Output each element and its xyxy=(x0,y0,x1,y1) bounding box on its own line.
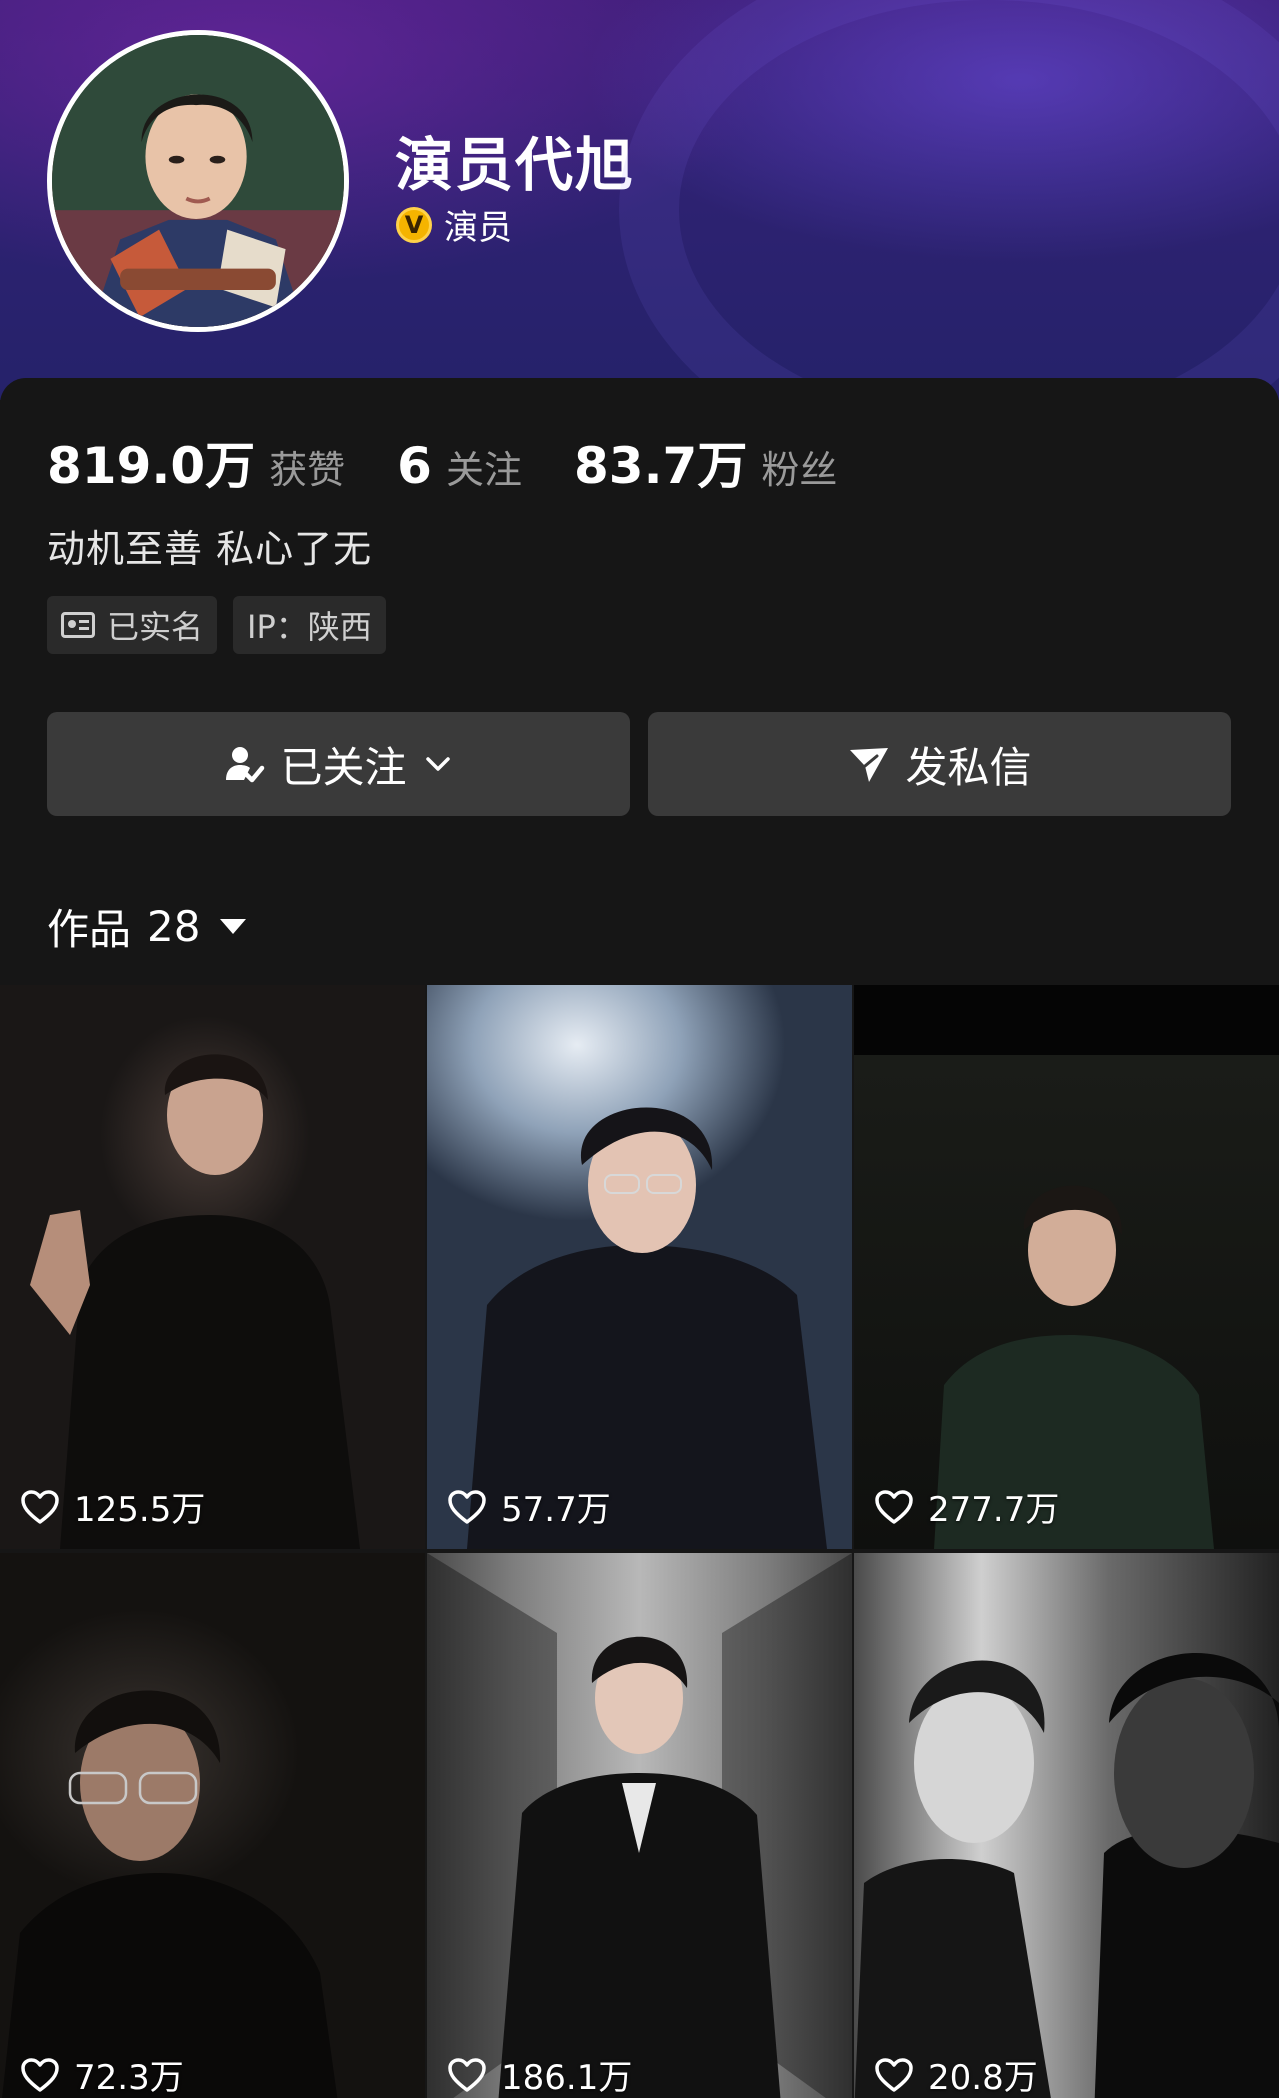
following-count[interactable]: 6 xyxy=(397,437,432,495)
heart-outline-icon xyxy=(21,2057,59,2092)
send-message-button[interactable]: 发私信 xyxy=(648,712,1231,816)
id-card-icon xyxy=(61,612,95,638)
video-thumbnail[interactable]: 20.8万 xyxy=(854,1553,1279,2098)
works-tab[interactable]: 作品 28 xyxy=(47,896,247,957)
profile-bio: 动机至善 私心了无 xyxy=(47,527,373,571)
video-cover-image xyxy=(0,1553,425,2098)
ip-location-label: IP：陕西 xyxy=(247,608,372,646)
video-like-count: 20.8万 xyxy=(874,2050,1038,2098)
profile-stats: 819.0万 获赞 6 关注 83.7万 粉丝 xyxy=(47,426,889,498)
heart-outline-icon xyxy=(875,2057,913,2092)
real-name-label: 已实名 xyxy=(107,608,204,646)
like-count-text: 57.7万 xyxy=(501,1490,611,1530)
heart-outline-icon xyxy=(448,1489,486,1524)
verification-badge: V 演员 xyxy=(396,200,512,249)
followers-label[interactable]: 粉丝 xyxy=(761,439,837,494)
video-thumbnail[interactable]: 125.5万 xyxy=(0,985,425,1549)
like-count-text: 20.8万 xyxy=(928,2058,1038,2098)
profile-banner: 演员代旭 V 演员 xyxy=(0,0,1279,480)
heart-outline-icon xyxy=(875,1489,913,1524)
video-thumbnail[interactable]: 186.1万 xyxy=(427,1553,852,2098)
video-thumbnail[interactable]: 72.3万 xyxy=(0,1553,425,2098)
video-cover-image xyxy=(427,985,852,1549)
followers-count[interactable]: 83.7万 xyxy=(574,426,747,498)
works-count: 28 xyxy=(147,902,201,951)
like-count-text: 72.3万 xyxy=(74,2058,184,2098)
avatar-image xyxy=(52,35,344,327)
like-count-text: 186.1万 xyxy=(501,2058,633,2098)
heart-outline-icon xyxy=(21,1489,59,1524)
heart-outline-icon xyxy=(448,2057,486,2092)
user-check-icon xyxy=(226,747,265,783)
profile-name: 演员代旭 xyxy=(395,131,636,199)
video-cover-image xyxy=(427,1553,852,2098)
profile-page: 演员代旭 V 演员 819.0万 获赞 6 关注 83.7万 粉丝 动机至善 私… xyxy=(0,0,1279,2098)
video-grid: 125.5万 57.7万 277.7万 72.3万 186.1万 20.8万 xyxy=(0,985,1279,2098)
profile-actions: 已关注 发私信 xyxy=(47,712,1231,816)
video-thumbnail[interactable]: 277.7万 xyxy=(854,985,1279,1549)
chevron-down-icon xyxy=(425,757,450,771)
video-like-count: 125.5万 xyxy=(20,1482,205,1531)
video-like-count: 57.7万 xyxy=(447,1482,611,1531)
paper-plane-icon xyxy=(850,748,889,782)
likes-count: 819.0万 xyxy=(47,437,256,495)
followed-label: 已关注 xyxy=(280,742,407,792)
verified-v-icon: V xyxy=(396,206,432,243)
like-count-text: 277.7万 xyxy=(928,1490,1060,1530)
like-count-text: 125.5万 xyxy=(74,1490,206,1530)
real-name-tag: 已实名 xyxy=(47,596,218,654)
likes-label: 获赞 xyxy=(269,448,346,492)
verification-label: 演员 xyxy=(444,208,512,248)
video-like-count: 277.7万 xyxy=(874,1482,1059,1531)
avatar[interactable] xyxy=(47,30,349,332)
video-cover-image xyxy=(854,1553,1279,2098)
following-label[interactable]: 关注 xyxy=(446,439,522,494)
video-cover-image xyxy=(854,985,1279,1549)
video-like-count: 186.1万 xyxy=(447,2050,632,2098)
send-message-label: 发私信 xyxy=(905,742,1032,792)
followed-button[interactable]: 已关注 xyxy=(47,712,630,816)
video-cover-image xyxy=(0,985,425,1549)
caret-down-icon xyxy=(220,919,247,934)
video-like-count: 72.3万 xyxy=(20,2050,184,2098)
video-thumbnail[interactable]: 57.7万 xyxy=(427,985,852,1549)
works-label: 作品 xyxy=(47,905,132,954)
ip-location-tag: IP：陕西 xyxy=(233,596,386,654)
profile-tags: 已实名 IP：陕西 xyxy=(47,596,386,654)
